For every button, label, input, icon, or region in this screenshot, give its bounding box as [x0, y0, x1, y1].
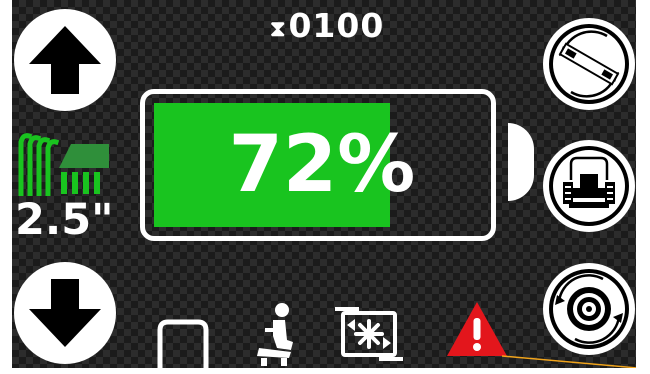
battery-gauge: 72%: [140, 89, 496, 241]
battery-terminal: [508, 123, 534, 201]
mower-display-screen: 2.5" ⧗0100 72%: [12, 0, 636, 368]
height-up-button[interactable]: [14, 9, 116, 111]
hour-meter: ⧗0100: [270, 6, 384, 46]
blade-rotate-button[interactable]: [543, 18, 635, 110]
grass-height-icon: [18, 133, 109, 196]
wheel-rotate-icon: [549, 269, 629, 349]
warning-icon[interactable]: [446, 300, 508, 358]
hourglass-icon: ⧗: [270, 17, 287, 42]
cut-height-value: 2.5": [15, 195, 114, 245]
mower-front-icon: [549, 146, 629, 226]
seat-operator-icon: [257, 303, 293, 366]
warning-callout-line: [501, 355, 636, 368]
deck-icon: [157, 319, 209, 368]
down-arrow-icon: [29, 279, 101, 347]
height-down-button[interactable]: [14, 262, 116, 364]
hour-meter-value: 0100: [288, 6, 385, 45]
mower-front-button[interactable]: [543, 140, 635, 232]
wheel-rotate-button[interactable]: [543, 263, 635, 355]
pto-engage-icon: [335, 307, 403, 361]
battery-percent-label: 72%: [228, 120, 416, 210]
blade-rotate-icon: [549, 24, 629, 104]
up-arrow-icon: [29, 26, 101, 94]
